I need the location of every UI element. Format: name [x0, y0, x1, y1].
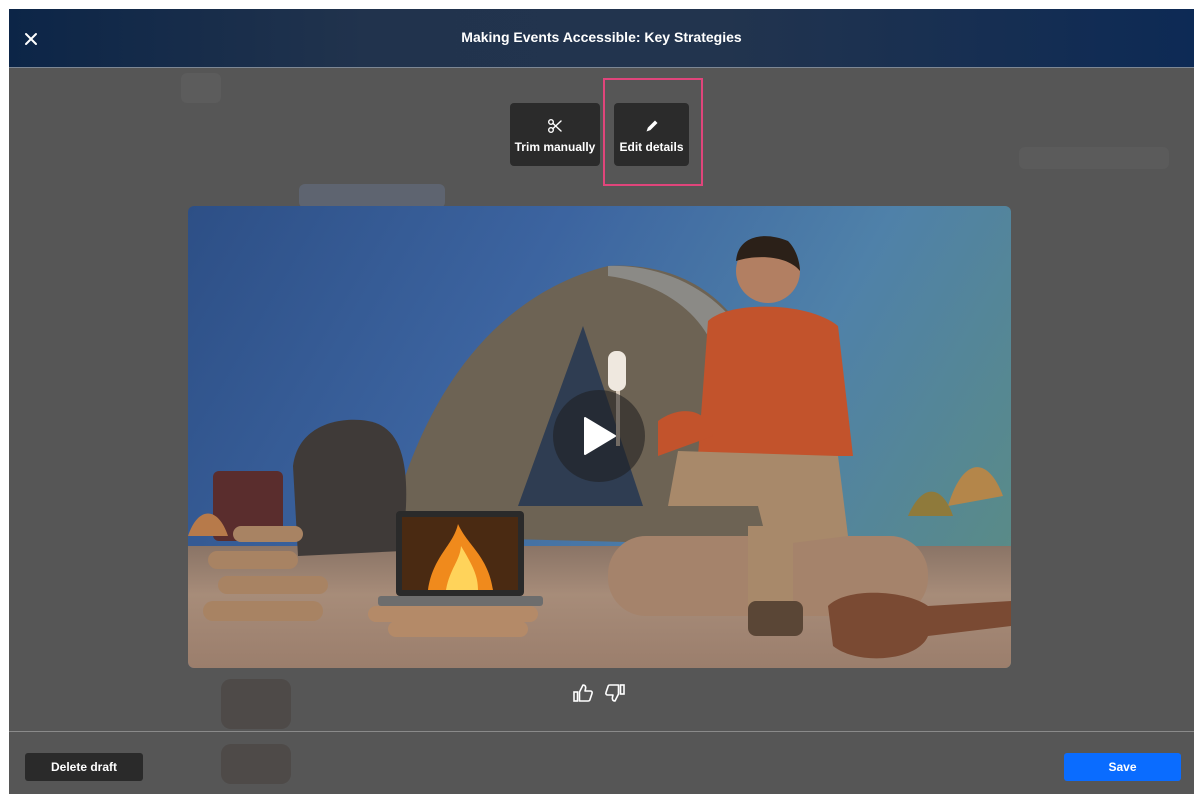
modal-title: Making Events Accessible: Key Strategies	[461, 29, 742, 45]
trim-manually-label: Trim manually	[514, 139, 596, 154]
save-button[interactable]: Save	[1064, 753, 1181, 781]
video-player[interactable]	[188, 206, 1011, 668]
background-element	[1019, 147, 1169, 169]
thumbs-up-button[interactable]	[572, 681, 594, 705]
background-element	[181, 73, 221, 103]
play-icon	[584, 417, 616, 455]
background-element	[299, 184, 445, 208]
background-element	[221, 679, 291, 729]
thumbs-down-button[interactable]	[604, 681, 626, 705]
delete-draft-button[interactable]: Delete draft	[25, 753, 143, 781]
thumbs-down-icon	[605, 684, 625, 702]
play-button[interactable]	[553, 390, 645, 482]
modal-overlay: Making Events Accessible: Key Strategies…	[9, 9, 1194, 794]
footer-divider	[9, 731, 1194, 732]
trim-manually-button[interactable]: Trim manually	[510, 103, 600, 166]
modal-header: Making Events Accessible: Key Strategies	[9, 9, 1194, 68]
thumbs-up-icon	[573, 684, 593, 702]
background-element	[221, 744, 291, 784]
edit-details-highlight	[603, 78, 703, 186]
scissors-icon	[548, 118, 562, 133]
